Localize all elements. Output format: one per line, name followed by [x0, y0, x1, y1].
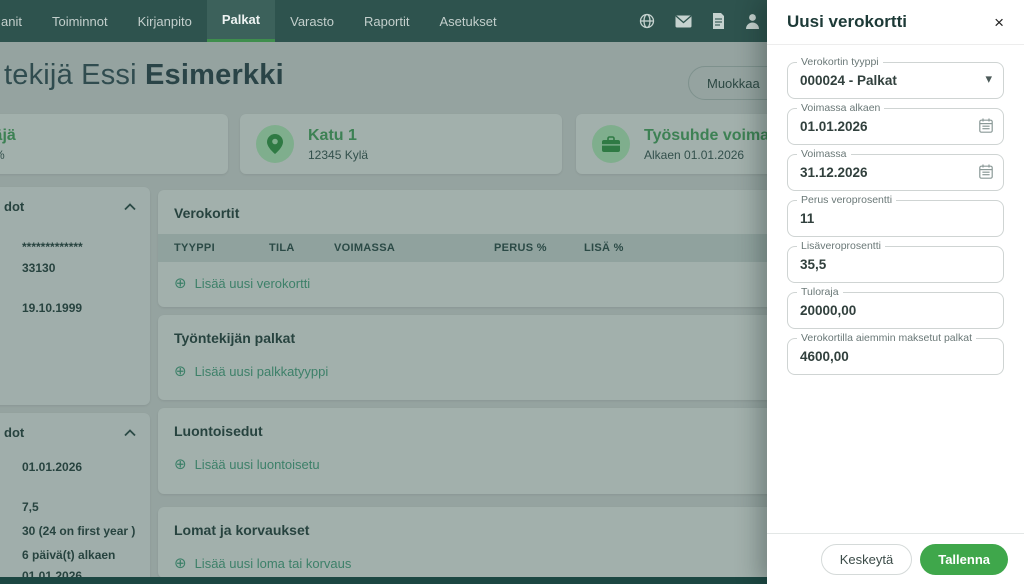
sidebar-section-title: dot — [4, 199, 24, 214]
field-label: Voimassa — [797, 148, 851, 160]
section-title: Luontoisedut — [158, 408, 798, 439]
nav-item-cut[interactable]: anit — [0, 0, 37, 42]
chevron-up-icon[interactable] — [124, 429, 136, 437]
info-card-subtitle: 100% — [0, 148, 16, 162]
drawer-footer: Keskeytä Tallenna — [767, 533, 1024, 584]
field-label: Voimassa alkaen — [797, 102, 884, 114]
base-tax-percent-field[interactable]: Perus veroprosentti 11 — [787, 200, 1004, 237]
calendar-icon[interactable] — [979, 118, 993, 138]
globe-icon[interactable] — [639, 13, 655, 29]
drawer-title: Uusi verokortti — [787, 12, 907, 32]
column-header-perus: PERUS % — [494, 242, 584, 254]
caret-down-icon: ▾ — [985, 71, 992, 87]
field-label: Tuloraja — [797, 286, 843, 298]
nav-item-raportit[interactable]: Raportit — [349, 0, 425, 42]
add-salary-type-link[interactable]: ⊕ Lisää uusi palkkatyyppi — [158, 346, 798, 393]
plus-circle-icon: ⊕ — [174, 457, 187, 472]
tax-card-type-select[interactable]: Verokortin tyyppi 000024 - Palkat ▾ — [787, 62, 1004, 99]
page-title-surname: Esimerkki — [145, 59, 284, 91]
previously-paid-salaries-field[interactable]: Verokortilla aiemmin maksetut palkat 460… — [787, 338, 1004, 375]
save-button[interactable]: Tallenna — [920, 544, 1008, 575]
section-title: Verokortit — [158, 190, 798, 221]
mail-icon[interactable] — [675, 15, 692, 28]
nav-item-toiminnot[interactable]: Toiminnot — [37, 0, 123, 42]
field-label: Perus veroprosentti — [797, 194, 896, 206]
info-card-title: Katu 1 — [308, 127, 368, 145]
field-label: Verokortin tyyppi — [797, 56, 883, 68]
edit-button-label: Muokkaa — [707, 76, 760, 91]
sidebar-value-start-date: 01.01.2026 — [22, 460, 136, 474]
column-header-tyyppi: TYYPPI — [174, 242, 269, 254]
sidebar-section-basic-info: dot ************* 33130 19.10.1999 — [0, 187, 150, 405]
plus-circle-icon: ⊕ — [174, 276, 187, 291]
field-value: 20000,00 — [800, 303, 856, 318]
cancel-button[interactable]: Keskeytä — [821, 544, 912, 575]
info-card-title: pitäjä — [0, 127, 16, 145]
tax-card-table-header: TYYPPI TILA VOIMASSA PERUS % LISÄ % — [158, 234, 798, 262]
sidebar-value-hours: 7,5 — [22, 500, 136, 514]
section-tax-cards: Verokortit TYYPPI TILA VOIMASSA PERUS % … — [158, 190, 798, 307]
sidebar-value-birthdate: 19.10.1999 — [22, 301, 136, 315]
document-icon[interactable] — [712, 13, 725, 29]
field-value: 31.12.2026 — [800, 165, 868, 180]
valid-until-date-field[interactable]: Voimassa 31.12.2026 — [787, 154, 1004, 191]
nav-item-varasto[interactable]: Varasto — [275, 0, 349, 42]
sidebar-value-vacation-days: 30 (24 on first year ) — [22, 524, 136, 538]
section-vacations-compensations: Lomat ja korvaukset ⊕ Lisää uusi loma ta… — [158, 507, 798, 578]
briefcase-icon — [592, 125, 630, 163]
add-link-label: Lisää uusi verokortti — [195, 276, 311, 291]
section-title: Lomat ja korvaukset — [158, 507, 798, 538]
field-value: 4600,00 — [800, 349, 849, 364]
drawer-form: Verokortin tyyppi 000024 - Palkat ▾ Voim… — [767, 45, 1024, 533]
additional-tax-percent-field[interactable]: Lisäveroprosentti 35,5 — [787, 246, 1004, 283]
income-limit-field[interactable]: Tuloraja 20000,00 — [787, 292, 1004, 329]
page-title-prefix: tekijä Essi — [4, 59, 145, 91]
info-card-address: Katu 1 12345 Kylä — [240, 114, 562, 174]
add-vacation-link[interactable]: ⊕ Lisää uusi loma tai korvaus — [158, 538, 798, 578]
sidebar-section-title: dot — [4, 425, 24, 440]
info-card-subtitle: 12345 Kylä — [308, 148, 368, 162]
section-fringe-benefits: Luontoisedut ⊕ Lisää uusi luontoisetu — [158, 408, 798, 494]
sidebar-value-ssn: ************* — [22, 240, 136, 254]
plus-circle-icon: ⊕ — [174, 364, 187, 379]
close-icon[interactable]: × — [994, 14, 1004, 31]
add-link-label: Lisää uusi loma tai korvaus — [195, 556, 352, 571]
new-tax-card-drawer: Uusi verokortti × Verokortin tyyppi 0000… — [767, 0, 1024, 584]
nav-icon-group — [639, 0, 760, 42]
nav-item-kirjanpito[interactable]: Kirjanpito — [123, 0, 207, 42]
field-label: Verokortilla aiemmin maksetut palkat — [797, 332, 976, 344]
nav-tabs: anit Toiminnot Kirjanpito Palkat Varasto… — [0, 0, 512, 42]
add-fringe-benefit-link[interactable]: ⊕ Lisää uusi luontoisetu — [158, 439, 798, 486]
add-tax-card-link[interactable]: ⊕ Lisää uusi verokortti — [158, 262, 798, 305]
calendar-icon[interactable] — [979, 164, 993, 184]
nav-item-asetukset[interactable]: Asetukset — [425, 0, 512, 42]
page-title: tekijä Essi Esimerkki — [4, 59, 284, 92]
plus-circle-icon: ⊕ — [174, 556, 187, 571]
field-label: Lisäveroprosentti — [797, 240, 885, 252]
user-icon[interactable] — [745, 13, 760, 29]
valid-from-date-field[interactable]: Voimassa alkaen 01.01.2026 — [787, 108, 1004, 145]
location-pin-icon — [256, 125, 294, 163]
column-header-voimassa: VOIMASSA — [334, 242, 494, 254]
section-title: Työntekijän palkat — [158, 315, 798, 346]
chevron-up-icon[interactable] — [124, 203, 136, 211]
column-header-lisa: LISÄ % — [584, 242, 664, 254]
field-value: 000024 - Palkat — [800, 73, 897, 88]
nav-item-palkat[interactable]: Palkat — [207, 0, 275, 42]
sidebar-value-postal: 33130 — [22, 261, 136, 275]
sidebar-section-employment-info: dot 01.01.2026 7,5 30 (24 on first year … — [0, 413, 150, 584]
add-link-label: Lisää uusi palkkatyyppi — [195, 364, 329, 379]
field-value: 01.01.2026 — [800, 119, 868, 134]
column-header-tila: TILA — [269, 242, 334, 254]
field-value: 35,5 — [800, 257, 826, 272]
section-employee-salaries: Työntekijän palkat ⊕ Lisää uusi palkkaty… — [158, 315, 798, 400]
field-value: 11 — [800, 211, 814, 226]
add-link-label: Lisää uusi luontoisetu — [195, 457, 320, 472]
app-screen: anit Toiminnot Kirjanpito Palkat Varasto… — [0, 0, 1024, 584]
drawer-header: Uusi verokortti × — [767, 0, 1024, 45]
info-card-accountant: pitäjä 100% — [0, 114, 228, 174]
sidebar-value-days-from: 6 päivä(t) alkaen — [22, 548, 136, 562]
